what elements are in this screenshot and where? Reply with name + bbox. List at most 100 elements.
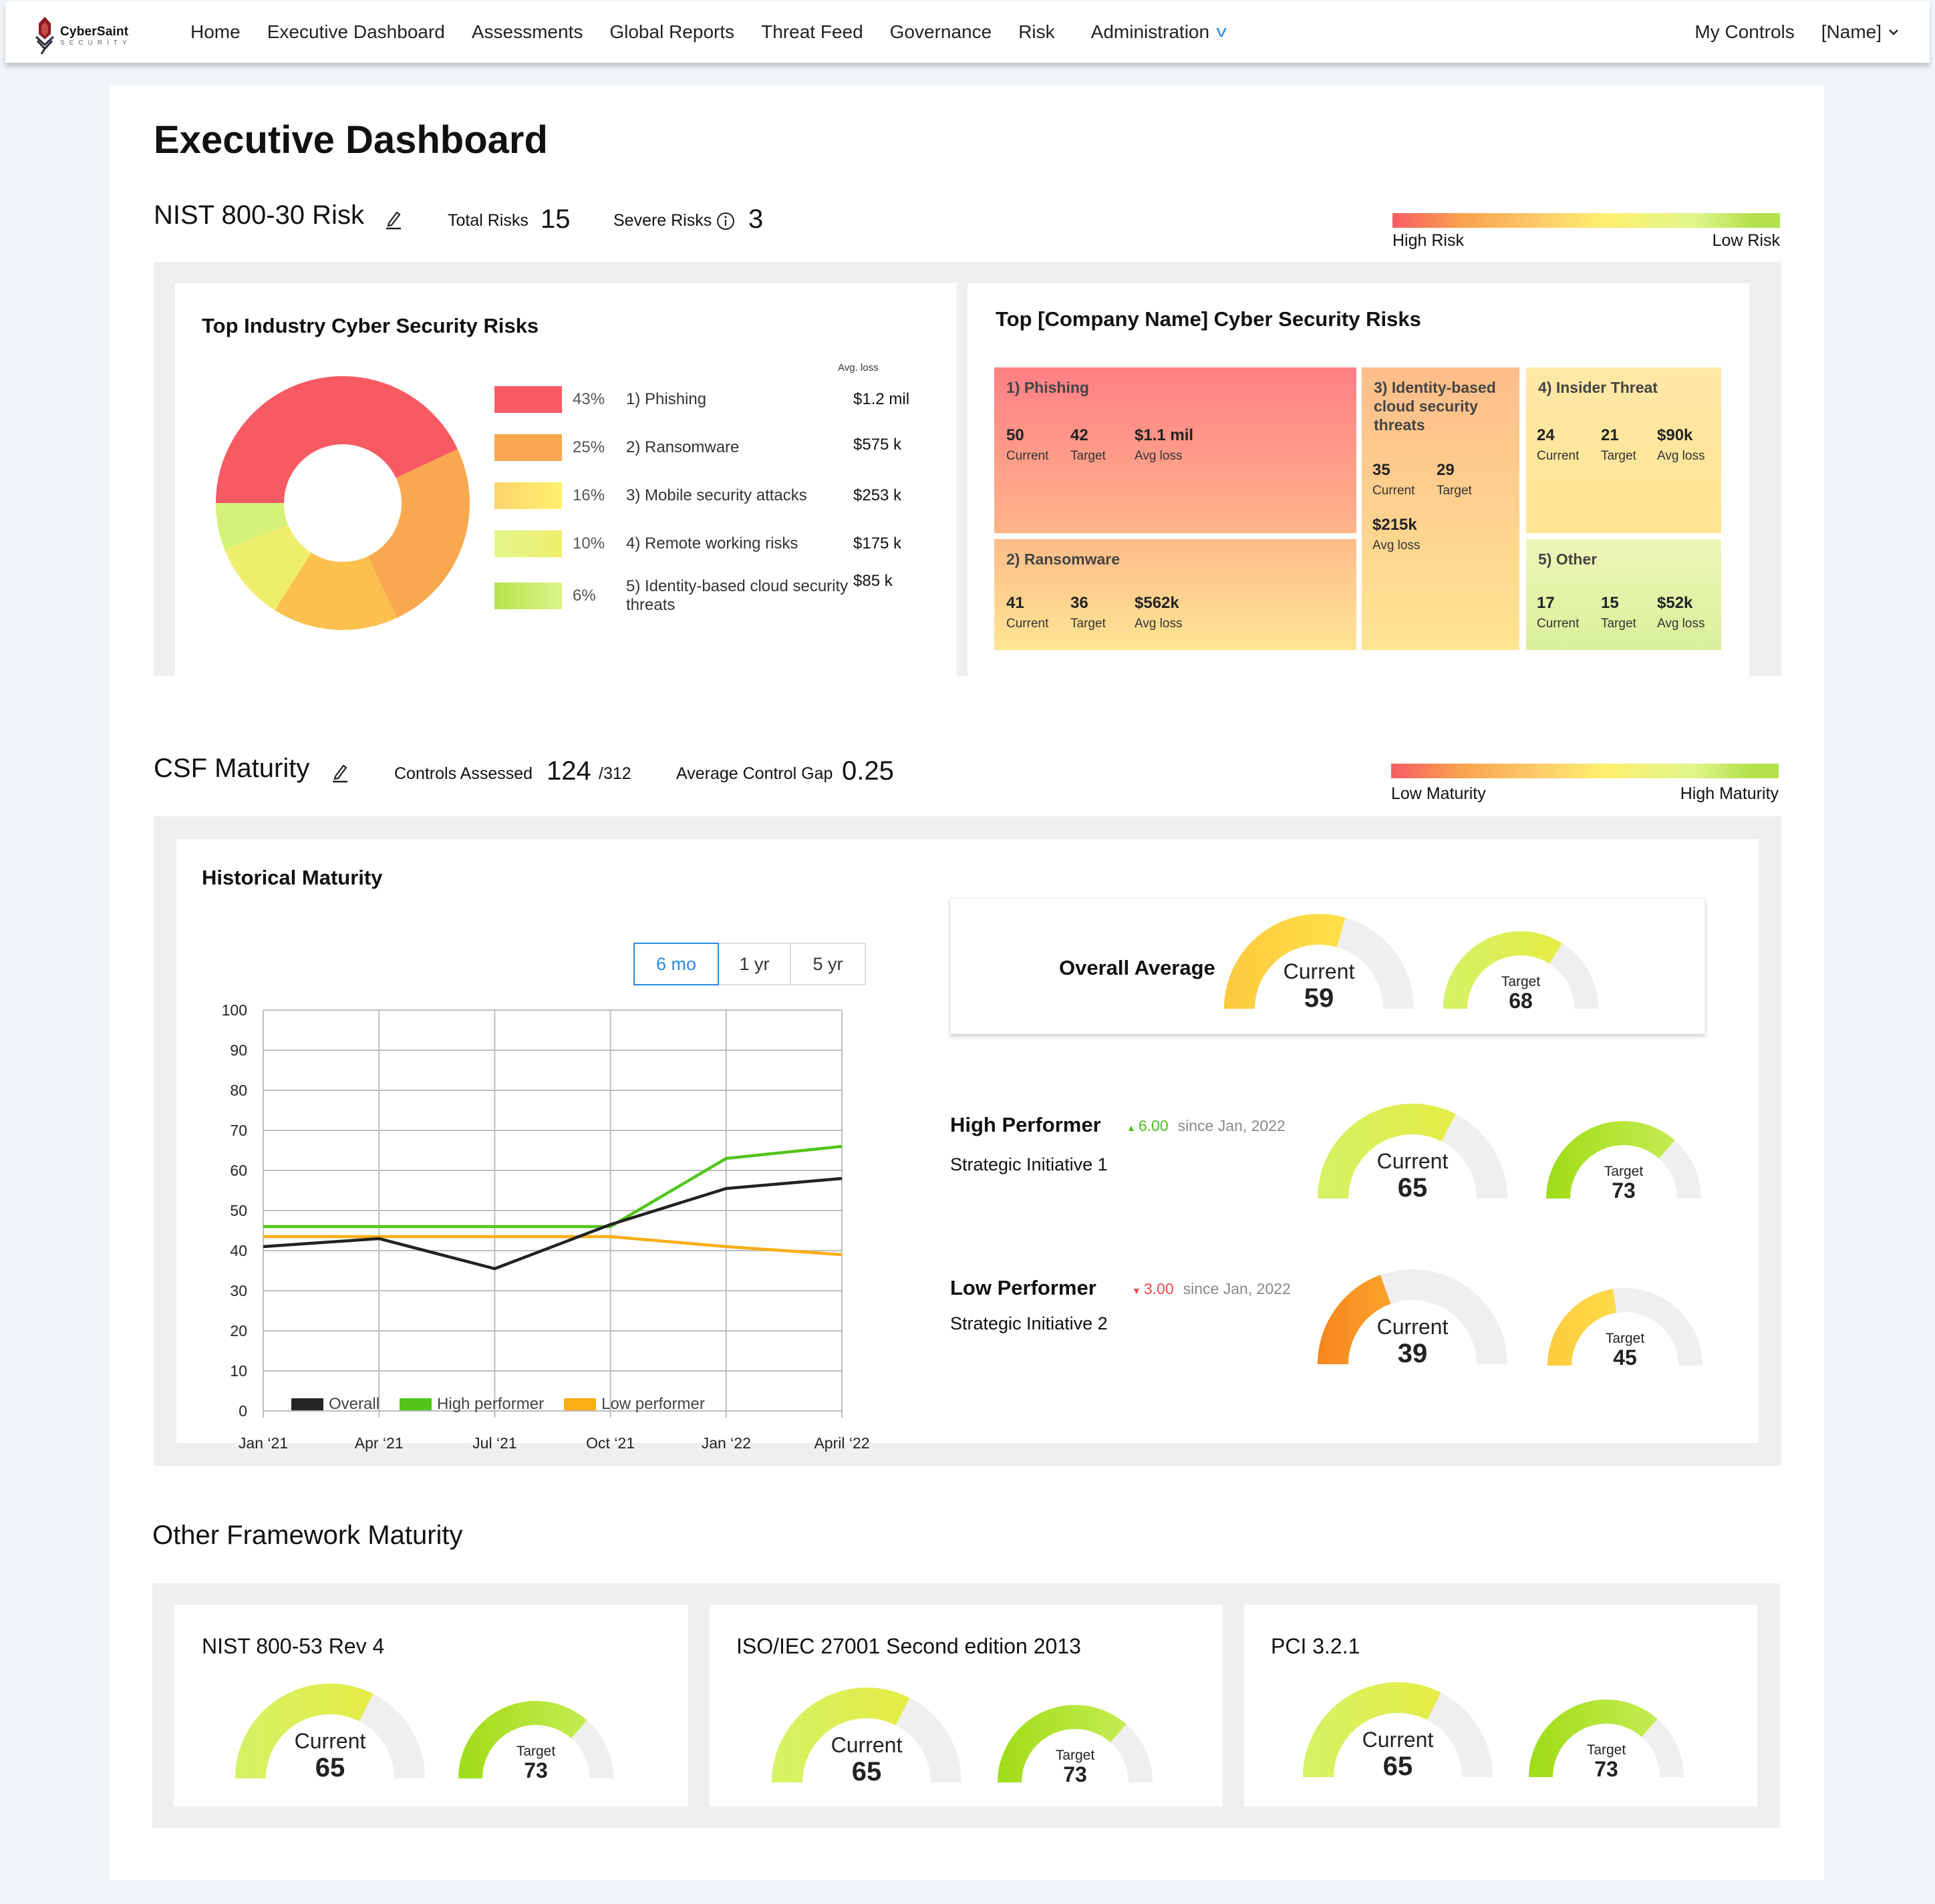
risk-tile-ransomware[interactable]: 2) Ransomware 41 Current 36 Target $562k Av…: [994, 539, 1356, 650]
edit-risk-icon[interactable]: [384, 208, 402, 230]
controls-total: /312: [599, 764, 631, 783]
nav-home[interactable]: Home: [190, 21, 241, 43]
gauge-caption: Target 73: [1542, 1164, 1705, 1201]
y-tick-label: 30: [230, 1282, 247, 1299]
maturity-scale-low: Low Maturity: [1391, 784, 1486, 803]
nav-threat-feed[interactable]: Threat Feed: [761, 21, 863, 43]
nav-executive-dashboard[interactable]: Executive Dashboard: [267, 21, 445, 43]
company-risks-card: Top [Company Name] Cyber Security Risks …: [968, 283, 1749, 676]
risk-tile-insider-threat[interactable]: 4) Insider Threat 24 Current 21 Target $90…: [1526, 367, 1721, 533]
gauge-caption: Target 45: [1543, 1331, 1706, 1368]
logo-name: CyberSaint: [60, 24, 129, 39]
industry-risks-title: Top Industry Cyber Security Risks: [202, 314, 539, 337]
tile-target-label: Target: [1601, 449, 1636, 463]
gauge-label: Target: [516, 1744, 556, 1759]
chart-legend: Overall High performer Low performer: [291, 1395, 725, 1414]
high-performer-target-gauge: Target 73: [1542, 1117, 1705, 1203]
tile-stats: 41 Current 36 Target $562k Avg loss: [1006, 594, 1208, 631]
nav-risk[interactable]: Risk: [1018, 21, 1054, 43]
tile-current: 24 Current: [1537, 426, 1601, 464]
high-performer-subtitle: Strategic Initiative 1: [950, 1154, 1108, 1174]
cybersaint-logo[interactable]: CyberSaint SECURITY: [35, 16, 142, 55]
y-tick-label: 10: [230, 1362, 247, 1380]
legend-loss: $253 k: [853, 486, 902, 504]
tile-current: 17 Current: [1537, 594, 1601, 631]
maturity-scale-high: High Maturity: [1680, 784, 1779, 803]
low-performer-title: Low Performer: [950, 1276, 1096, 1299]
legend-pct: 16%: [573, 486, 605, 504]
nav-governance[interactable]: Governance: [890, 21, 992, 43]
nav-my-controls[interactable]: My Controls: [1694, 21, 1794, 43]
gauge-value: 73: [1594, 1757, 1618, 1781]
edit-csf-icon[interactable]: [330, 762, 349, 783]
framework-target-gauge: Target 73: [994, 1701, 1157, 1786]
tile-title: 1) Phishing: [1006, 379, 1089, 396]
legend-name: 2) Ransomware: [626, 438, 740, 456]
y-tick-label: 40: [230, 1242, 247, 1259]
tile-loss-label: Avg loss: [1372, 538, 1421, 552]
logo-shield-icon: [35, 17, 55, 54]
tile-current-label: Current: [1006, 617, 1049, 631]
gauge-label: Current: [831, 1733, 903, 1757]
gauge-label: Target: [1605, 1331, 1645, 1346]
tile-current-value: 24: [1537, 426, 1555, 444]
gauge-label: Target: [1501, 974, 1541, 989]
tile-title: 4) Insider Threat: [1538, 379, 1658, 396]
framework-target-gauge: Target 73: [454, 1697, 617, 1782]
x-tick-label: Jan ‘21: [239, 1434, 288, 1452]
tile-current-label: Current: [1372, 484, 1415, 498]
legend-row: 6% 5) Identity-based cloud security thre…: [494, 572, 893, 615]
tile-target-label: Target: [1070, 617, 1106, 631]
gauge-value: 65: [1382, 1752, 1413, 1781]
tile-current: 41 Current: [1006, 594, 1070, 631]
total-risks-label: Total Risks: [448, 211, 529, 230]
top-nav: CyberSaint SECURITY Home Executive Dashb…: [5, 1, 1930, 63]
gauge-caption: Current 65: [1299, 1729, 1497, 1780]
gauge-caption: Target 68: [1439, 975, 1602, 1011]
chevron-down-icon: [1889, 29, 1898, 35]
risk-tile-phishing[interactable]: 1) Phishing 50 Current 42 Target $1.1 mil A…: [994, 367, 1356, 533]
high-performer-current-gauge: Current 65: [1314, 1100, 1511, 1203]
legend-swatch: [494, 482, 562, 509]
gauge-label: Current: [1362, 1728, 1434, 1752]
company-risks-title: Top [Company Name] Cyber Security Risks: [996, 307, 1421, 331]
tile-loss: $562k Avg loss: [1135, 594, 1208, 631]
legend-label: Low performer: [601, 1395, 705, 1413]
info-icon[interactable]: [716, 211, 736, 231]
risk-tile-other[interactable]: 5) Other 17 Current 15 Target $52k Avg loss: [1526, 539, 1721, 650]
gauge-value: 68: [1509, 989, 1533, 1013]
nav-assessments[interactable]: Assessments: [472, 21, 583, 43]
gauge-value: 65: [1397, 1173, 1428, 1203]
risk-tile-identity-cloud[interactable]: 3) Identity-based cloud security threats…: [1362, 367, 1519, 650]
tile-target: 15 Target: [1601, 594, 1657, 631]
severe-risks-value: 3: [748, 204, 764, 234]
controls-assessed-label: Controls Assessed: [394, 764, 533, 783]
overall-average-label: Overall Average: [1059, 956, 1215, 979]
tile-stats: 17 Current 15 Target $52k Avg loss: [1537, 594, 1717, 631]
high-performer-title: High Performer: [950, 1113, 1101, 1136]
user-menu[interactable]: [Name]: [1821, 21, 1899, 43]
legend-name: 3) Mobile security attacks: [626, 486, 807, 504]
tile-current-value: 41: [1006, 594, 1024, 612]
page-title: Executive Dashboard: [154, 118, 548, 162]
tile-target-value: 15: [1601, 594, 1619, 612]
tile-stats: $215k Avg loss: [1372, 516, 1446, 553]
framework-name: PCI 3.2.1: [1271, 1634, 1360, 1658]
legend-name: 4) Remote working risks: [626, 534, 798, 552]
legend-row: 25% 2) Ransomware $575 k: [494, 434, 901, 461]
legend-loss: $575 k: [853, 436, 902, 454]
tile-target: 42 Target: [1070, 426, 1135, 464]
tile-loss: $1.1 mil Avg loss: [1135, 426, 1208, 464]
tile-loss-value: $52k: [1657, 594, 1693, 612]
nav-global-reports[interactable]: Global Reports: [609, 21, 734, 43]
gauge-caption: Target 73: [1525, 1743, 1688, 1780]
severe-risks-label: Severe Risks: [613, 211, 712, 230]
risk-section-title: NIST 800-30 Risk: [154, 200, 364, 230]
x-tick-label: Jan ‘22: [702, 1434, 751, 1452]
nav-administration[interactable]: Administration v: [1091, 21, 1227, 43]
gauge-caption: Current 65: [1314, 1150, 1511, 1201]
tile-target-value: 42: [1070, 426, 1088, 444]
tile-stats: 35 Current 29 Target: [1372, 461, 1501, 498]
legend-name: 1) Phishing: [626, 390, 707, 408]
logo-subtitle: SECURITY: [60, 39, 132, 47]
